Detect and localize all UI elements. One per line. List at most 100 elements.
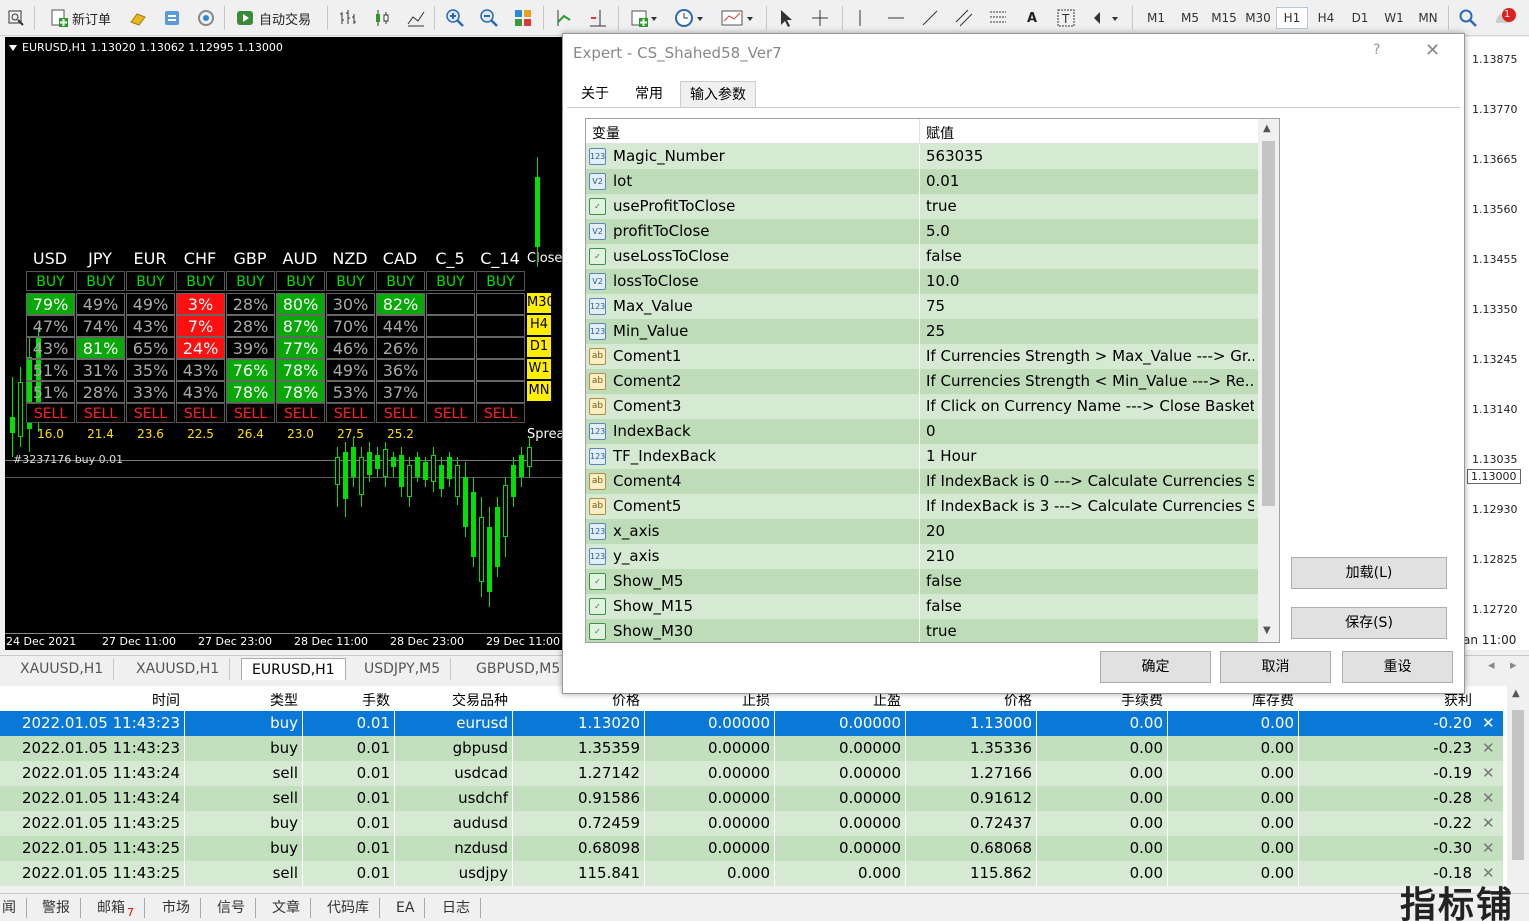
chart-tf-d1[interactable]: D1 xyxy=(527,337,551,357)
currency-chf[interactable]: CHF xyxy=(176,249,224,268)
param-value[interactable]: If Currencies Strength > Max_Value ---> … xyxy=(926,347,1254,365)
param-value[interactable]: false xyxy=(926,572,1254,590)
param-row[interactable]: ab Coment4 If IndexBack is 0 ---> Calculat… xyxy=(586,469,1258,494)
table-row[interactable]: 2022.01.05 11:43:25 sell 0.01 usdjpy 115.841… xyxy=(0,861,1503,886)
sell-button-c_14[interactable]: SELL xyxy=(476,403,525,423)
buy-button-c_5[interactable]: BUY xyxy=(426,271,475,291)
zoom-in-icon[interactable] xyxy=(443,6,467,30)
bottom-tab[interactable]: 警报 xyxy=(32,898,81,918)
col-variable-header[interactable]: 变量 xyxy=(592,123,620,143)
close-position-icon[interactable]: ✕ xyxy=(1482,789,1495,807)
gold-icon[interactable] xyxy=(126,6,150,30)
dialog-tab[interactable]: 常用 xyxy=(626,81,672,107)
bar-chart-icon[interactable] xyxy=(336,6,360,30)
param-value[interactable]: 25 xyxy=(926,322,1254,340)
timeframe-m1[interactable]: M1 xyxy=(1140,7,1172,29)
sell-button-aud[interactable]: SELL xyxy=(276,403,325,423)
help-icon[interactable]: ? xyxy=(1373,42,1380,58)
param-row[interactable]: ab Coment1 If Currencies Strength > Max_Va… xyxy=(586,344,1258,369)
bottom-tab[interactable]: 代码库 xyxy=(317,898,380,918)
symbol-tab[interactable]: XAUUSD,H1 xyxy=(126,658,231,680)
currency-eur[interactable]: EUR xyxy=(126,249,174,268)
close-position-icon[interactable]: ✕ xyxy=(1482,714,1495,732)
buy-button-c_14[interactable]: BUY xyxy=(476,271,525,291)
param-value[interactable]: If IndexBack is 3 ---> Calculate Currenc… xyxy=(926,497,1254,515)
column-header[interactable]: 时间 xyxy=(152,690,180,710)
scroll-up-icon[interactable]: ▲ xyxy=(1512,688,1520,699)
trade-scroll-thumb[interactable] xyxy=(1512,710,1524,860)
param-row[interactable]: V2 profitToClose 5.0 xyxy=(586,219,1258,244)
close-basket-label[interactable]: Close xyxy=(527,251,563,266)
param-row[interactable]: 123 Magic_Number 563035 xyxy=(586,144,1258,169)
vertical-line-icon[interactable] xyxy=(848,6,872,30)
ok-button[interactable]: 确定 xyxy=(1100,651,1211,683)
buy-button-jpy[interactable]: BUY xyxy=(76,271,125,291)
buy-button-nzd[interactable]: BUY xyxy=(326,271,375,291)
bottom-tab[interactable]: 邮箱 7 xyxy=(87,898,145,919)
symbol-tab[interactable]: GBPUSD,M5 xyxy=(466,658,572,680)
bottom-tab[interactable]: 日志 xyxy=(432,898,481,918)
price-chart[interactable]: EURUSD,H1 1.13020 1.13062 1.12995 1.1300… xyxy=(5,37,563,650)
cancel-button[interactable]: 取消 xyxy=(1220,651,1331,683)
dialog-tab[interactable]: 输入参数 xyxy=(680,81,756,107)
close-position-icon[interactable]: ✕ xyxy=(1482,814,1495,832)
period-clock-icon[interactable] xyxy=(670,6,708,30)
sell-button-nzd[interactable]: SELL xyxy=(326,403,375,423)
add-indicator-icon[interactable] xyxy=(626,6,662,30)
close-position-icon[interactable]: ✕ xyxy=(1482,739,1495,757)
candlestick-icon[interactable] xyxy=(370,6,394,30)
param-value[interactable]: 5.0 xyxy=(926,222,1254,240)
table-row[interactable]: 2022.01.05 11:43:23 buy 0.01 eurusd 1.13020 0… xyxy=(0,711,1503,736)
scroll-up-icon[interactable]: ▲ xyxy=(1263,123,1271,134)
arrows-icon[interactable] xyxy=(1088,6,1122,30)
sell-button-c_5[interactable]: SELL xyxy=(426,403,475,423)
scroll-down-icon[interactable]: ▼ xyxy=(1263,625,1271,636)
buy-button-chf[interactable]: BUY xyxy=(176,271,225,291)
param-value[interactable]: true xyxy=(926,197,1254,215)
currency-c_5[interactable]: C_5 xyxy=(426,249,474,268)
param-value[interactable]: 0.01 xyxy=(926,172,1254,190)
view-icon[interactable] xyxy=(4,6,28,30)
column-header[interactable]: 类型 xyxy=(270,690,298,710)
param-row[interactable]: ✓ Show_M30 true xyxy=(586,619,1258,642)
timeframe-mn[interactable]: MN xyxy=(1412,7,1444,29)
chart-shift-icon[interactable] xyxy=(552,6,576,30)
table-row[interactable]: 2022.01.05 11:43:25 buy 0.01 nzdusd 0.68098 0… xyxy=(0,836,1503,861)
buy-button-usd[interactable]: BUY xyxy=(26,271,75,291)
param-row[interactable]: 123 Max_Value 75 xyxy=(586,294,1258,319)
chart-tf-m30[interactable]: M30 xyxy=(527,293,551,313)
timeframe-m15[interactable]: M15 xyxy=(1208,7,1240,29)
param-row[interactable]: ✓ Show_M15 false xyxy=(586,594,1258,619)
param-row[interactable]: V2 lossToClose 10.0 xyxy=(586,269,1258,294)
auto-trade-button[interactable]: 自动交易 xyxy=(229,6,317,30)
load-button[interactable]: 加载(L) xyxy=(1291,557,1447,589)
signal-icon[interactable] xyxy=(194,6,218,30)
close-position-icon[interactable]: ✕ xyxy=(1482,764,1495,782)
param-value[interactable]: If Click on Currency Name ---> Close Bas… xyxy=(926,397,1254,415)
column-header[interactable]: 手数 xyxy=(362,690,390,710)
currency-nzd[interactable]: NZD xyxy=(326,249,374,268)
symbol-tab[interactable]: EURUSD,H1 xyxy=(241,658,346,680)
table-row[interactable]: 2022.01.05 11:43:23 buy 0.01 gbpusd 1.35359 0… xyxy=(0,736,1503,761)
table-row[interactable]: 2022.01.05 11:43:24 sell 0.01 usdcad 1.27142… xyxy=(0,761,1503,786)
param-value[interactable]: false xyxy=(926,597,1254,615)
timeframe-d1[interactable]: D1 xyxy=(1344,7,1376,29)
templates-icon[interactable] xyxy=(716,6,758,30)
param-row[interactable]: ✓ Show_M5 false xyxy=(586,569,1258,594)
param-row[interactable]: ab Coment2 If Currencies Strength < Min_Va… xyxy=(586,369,1258,394)
sell-button-jpy[interactable]: SELL xyxy=(76,403,125,423)
param-row[interactable]: 123 Min_Value 25 xyxy=(586,319,1258,344)
currency-usd[interactable]: USD xyxy=(26,249,74,268)
history-icon[interactable] xyxy=(160,6,184,30)
currency-aud[interactable]: AUD xyxy=(276,249,324,268)
symbol-tab[interactable]: USDJPY,M5 xyxy=(354,658,452,680)
param-value[interactable]: 1 Hour xyxy=(926,447,1254,465)
horizontal-line-icon[interactable] xyxy=(884,6,908,30)
param-value[interactable]: 75 xyxy=(926,297,1254,315)
param-row[interactable]: ✓ useProfitToClose true xyxy=(586,194,1258,219)
param-row[interactable]: 123 y_axis 210 xyxy=(586,544,1258,569)
currency-jpy[interactable]: JPY xyxy=(76,249,124,268)
dialog-tab[interactable]: 关于 xyxy=(572,81,618,107)
timeframe-m5[interactable]: M5 xyxy=(1174,7,1206,29)
sell-button-eur[interactable]: SELL xyxy=(126,403,175,423)
